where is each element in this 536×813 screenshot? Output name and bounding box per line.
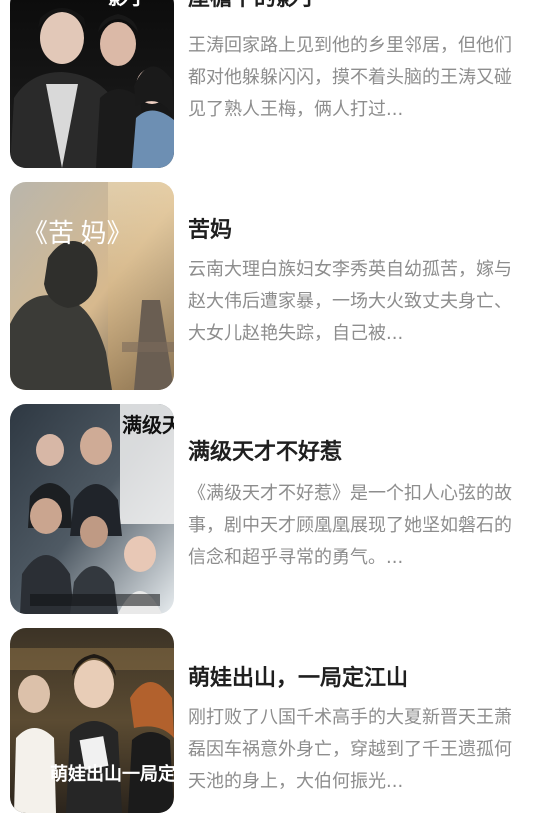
cover-title-text: 满级天才不好惹: [122, 413, 174, 437]
drama-title[interactable]: 苦妈: [188, 216, 526, 246]
drama-description: 云南大理白族妇女李秀英自幼孤苦，嫁与赵大伟后遭家暴，一场大火致丈夫身亡、大女儿赵…: [188, 259, 512, 344]
cover-title-text: 影子: [108, 0, 148, 9]
drama-title[interactable]: 满级天才不好惹: [188, 438, 526, 468]
drama-title[interactable]: 萌娃出山，一局定江山: [188, 664, 526, 694]
drama-cover[interactable]: 萌娃出山一局定江山: [10, 628, 174, 813]
drama-cover[interactable]: 满级天才不好惹: [10, 404, 174, 614]
drama-list: 影子 屋檐下的影子 王涛回家路上见到他的乡里邻居，但他们都对他躲躲闪闪，摸不着头…: [0, 0, 536, 813]
drama-cover[interactable]: 《苦 妈》: [10, 182, 174, 390]
cover-title-text: 《苦 妈》: [22, 219, 133, 248]
drama-description: 刚打败了八国千术高手的大夏新晋天王萧磊因车祸意外身亡，穿越到了千王遗孤何天池的身…: [188, 707, 512, 792]
drama-description: 王涛回家路上见到他的乡里邻居，但他们都对他躲躲闪闪，摸不着头脑的王涛又碰见了熟人…: [188, 35, 512, 120]
drama-cover[interactable]: 影子: [10, 0, 174, 168]
drama-description: 《满级天才不好惹》是一个扣人心弦的故事，剧中天才顾凰凰展现了她坚如磐石的信念和超…: [188, 483, 512, 568]
drama-title[interactable]: 屋檐下的影子: [188, 0, 526, 14]
cover-title-text: 萌娃出山一局定江山: [50, 763, 174, 784]
